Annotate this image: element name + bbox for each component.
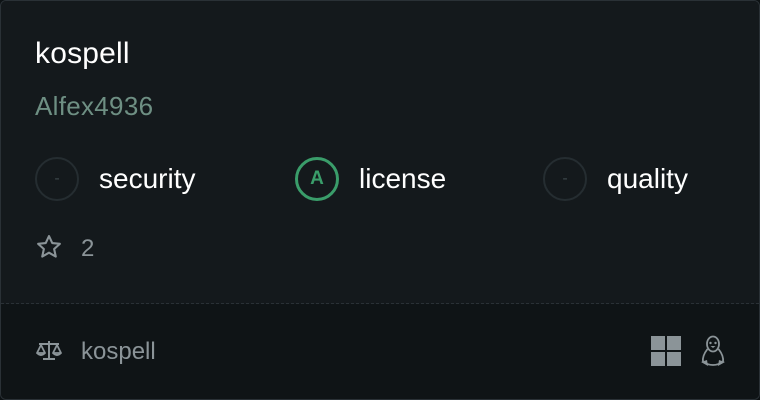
- grade-license-label: license: [359, 163, 447, 194]
- grade-quality-badge: -: [543, 157, 587, 201]
- package-author[interactable]: Alfex4936: [35, 89, 153, 123]
- grade-security: - security: [35, 155, 195, 203]
- card-header: kospell Alfex4936 - security A license -…: [1, 1, 759, 303]
- star-icon: [35, 233, 63, 266]
- grade-security-badge: -: [35, 157, 79, 201]
- grade-security-label: security: [99, 163, 196, 194]
- license-name: kospell: [81, 338, 156, 365]
- stars: 2: [35, 233, 94, 265]
- platforms: [633, 334, 727, 368]
- license-info: kospell: [35, 336, 156, 368]
- grade-license: A license: [295, 155, 446, 203]
- card-footer: kospell: [1, 304, 759, 399]
- grade-license-badge: A: [295, 157, 339, 201]
- grade-quality-label: quality: [607, 163, 688, 194]
- package-title[interactable]: kospell: [35, 35, 130, 73]
- windows-icon: [651, 336, 681, 366]
- scale-icon: [35, 338, 63, 367]
- linux-icon: [699, 335, 727, 367]
- package-card[interactable]: kospell Alfex4936 - security A license -…: [0, 0, 760, 400]
- grade-quality: - quality: [543, 155, 688, 203]
- stars-count: 2: [81, 235, 95, 262]
